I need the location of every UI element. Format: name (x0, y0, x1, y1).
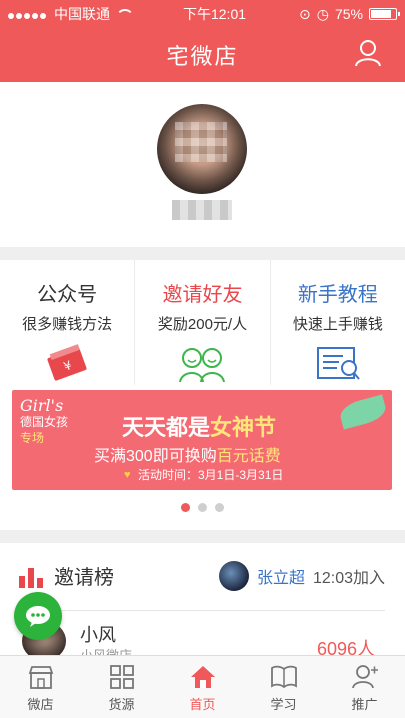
feature-title: 新手教程 (297, 284, 378, 306)
signal-icon (8, 6, 48, 22)
avatar-mosaic (175, 122, 227, 162)
lock-rotation-icon: ⊙ (299, 5, 311, 22)
avatar[interactable] (157, 104, 247, 194)
carrier-label: 中国联通 (54, 6, 110, 22)
tutorial-icon (316, 347, 360, 380)
leaf-decoration (337, 394, 389, 430)
tab-supply[interactable]: 货源 (81, 656, 162, 718)
book-icon (270, 665, 297, 689)
tab-shop[interactable]: 微店 (0, 656, 81, 718)
recent-name: 张立超 (256, 570, 305, 587)
ranking-title: 邀请榜 (54, 567, 114, 589)
tab-home[interactable]: 首页 (162, 656, 243, 718)
shop-icon (28, 666, 53, 689)
recent-avatar (218, 561, 249, 591)
promo-banner[interactable]: Girl's 德国女孩 专场 天天都是女神节 买满300即可换购百元话费 ♥ 活… (12, 390, 392, 490)
user-profile-icon[interactable] (353, 38, 383, 68)
banner-time: 活动时间：3月1日-3月31日 (138, 468, 284, 482)
banner-headline: 天天都是女神节 (122, 410, 276, 442)
heart-icon: ♥ (124, 469, 131, 481)
tab-promote[interactable]: 推广 (324, 656, 405, 718)
grid-icon (109, 665, 134, 689)
blurred-username (172, 200, 232, 220)
ranking-name: 小风 (80, 625, 116, 645)
profile-card (0, 82, 405, 247)
brand-tag: 专场 (20, 431, 45, 445)
tab-label: 首页 (189, 697, 216, 712)
tab-bar: 微店 货源 首页 学习 推广 (0, 655, 405, 718)
feature-subtitle: 奖励200元/人 (157, 316, 248, 333)
feature-subtitle: 很多赚钱方法 (22, 316, 113, 333)
bar-chart-icon (19, 567, 43, 588)
banner-brand: Girl's 德国女孩 专场 (20, 398, 68, 446)
red-envelope-icon: ¥ (47, 344, 87, 381)
feature-tutorial[interactable]: 新手教程 快速上手赚钱 (271, 260, 405, 385)
page-title: 宅微店 (166, 44, 239, 69)
feature-title: 公众号 (37, 284, 98, 306)
banner-carousel: Girl's 德国女孩 专场 天天都是女神节 买满300即可换购百元话费 ♥ 活… (0, 385, 405, 530)
carousel-pager[interactable] (0, 503, 405, 512)
home-icon (190, 666, 215, 688)
headline-text: 天天都是 (122, 415, 211, 440)
nav-bar: 宅微店 (0, 28, 405, 82)
recent-time: 12:03加入 (312, 570, 385, 587)
friends-icon (179, 348, 226, 383)
tab-label: 推广 (351, 697, 378, 712)
wifi-icon (116, 9, 134, 19)
divider (60, 610, 385, 611)
feature-invite-friends[interactable]: 邀请好友 奖励200元/人 (135, 260, 271, 385)
tab-label: 学习 (270, 697, 297, 712)
ranking-header: 邀请榜 张立超 12:03加入 (0, 543, 405, 608)
brand-logo: Girl's (20, 396, 64, 415)
status-bar: 中国联通 下午12:01 ⊙ ◷ 75% (0, 0, 405, 28)
pager-dot[interactable] (215, 503, 224, 512)
chat-button[interactable] (14, 592, 62, 640)
recent-join[interactable]: 张立超 12:03加入 (218, 561, 385, 591)
pager-dot[interactable] (198, 503, 207, 512)
app-header: 中国联通 下午12:01 ⊙ ◷ 75% 宅微店 (0, 0, 405, 82)
alarm-icon: ◷ (316, 5, 329, 22)
feature-grid: 公众号 很多赚钱方法 ¥ 邀请好友 奖励200元/人 新手教程 快速上手赚钱 (0, 260, 405, 385)
feature-title: 邀请好友 (162, 284, 243, 306)
battery-icon (369, 8, 400, 20)
subtitle-highlight: 百元话费 (216, 448, 281, 465)
subtitle-text: 买满300即可换购 (94, 448, 217, 465)
feature-subtitle: 快速上手赚钱 (292, 316, 383, 333)
pager-dot-active[interactable] (181, 503, 190, 512)
banner-subtitle: 买满300即可换购百元话费 (94, 442, 281, 466)
feature-official-account[interactable]: 公众号 很多赚钱方法 ¥ (0, 260, 136, 385)
brand-name: 德国女孩 (20, 415, 69, 429)
tab-learn[interactable]: 学习 (243, 656, 324, 718)
battery-percent: 75% (334, 6, 363, 22)
promote-icon (351, 665, 378, 689)
chat-bubble-icon (26, 606, 50, 627)
tab-label: 微店 (27, 697, 54, 712)
clock: 下午12:01 (182, 6, 247, 22)
invite-ranking: 邀请榜 张立超 12:03加入 小风 小风微店 6096人 (0, 543, 405, 663)
headline-highlight: 女神节 (210, 415, 277, 440)
tab-label: 货源 (108, 697, 135, 712)
